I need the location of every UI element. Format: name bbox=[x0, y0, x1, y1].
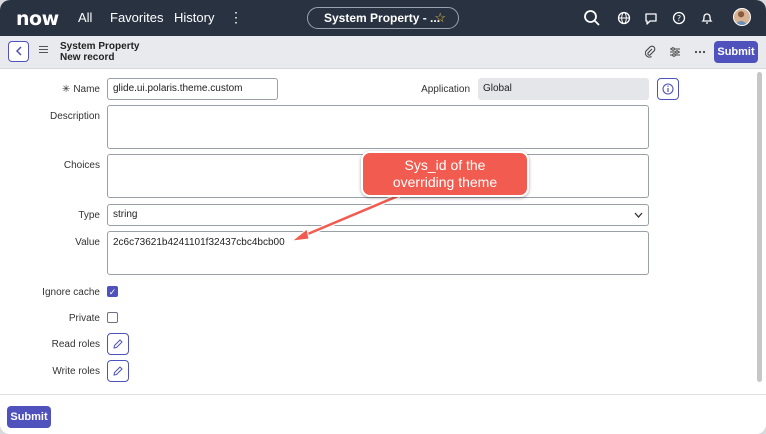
application-label: Application bbox=[421, 84, 470, 95]
read-roles-edit-button[interactable] bbox=[107, 333, 129, 355]
help-icon[interactable]: ? bbox=[670, 9, 688, 27]
private-checkbox[interactable] bbox=[107, 312, 118, 323]
record-table-name: System Property bbox=[60, 41, 140, 52]
submit-button-top[interactable]: Submit bbox=[714, 41, 758, 63]
private-label: Private bbox=[68, 313, 100, 324]
value-field[interactable]: 2c6c73621b4241101f32437cbc4bcb00 bbox=[107, 231, 649, 275]
required-icon: ✳ bbox=[61, 84, 71, 95]
write-roles-edit-button[interactable] bbox=[107, 360, 129, 382]
nav-all[interactable]: All bbox=[78, 10, 92, 25]
back-button[interactable] bbox=[8, 41, 29, 62]
svg-text:?: ? bbox=[677, 14, 681, 23]
bell-icon[interactable] bbox=[698, 9, 716, 27]
chat-icon[interactable] bbox=[642, 9, 660, 27]
page-title: System Property New record bbox=[60, 41, 139, 63]
annotation-line-2: overriding theme bbox=[392, 174, 498, 190]
submit-button-bottom[interactable]: Submit bbox=[7, 406, 51, 428]
search-icon[interactable] bbox=[583, 9, 601, 27]
pencil-icon bbox=[113, 366, 123, 376]
ignore-cache-checkbox[interactable]: ✓ bbox=[107, 286, 118, 297]
chevron-down-icon bbox=[634, 212, 643, 218]
top-nav: now All Favorites History ⋮ System Prope… bbox=[0, 0, 766, 36]
globe-icon[interactable] bbox=[615, 9, 633, 27]
description-field[interactable] bbox=[107, 105, 649, 149]
menu-icon[interactable] bbox=[39, 46, 48, 55]
form-header: System Property New record Submit bbox=[0, 36, 766, 69]
ignore-cache-label: Ignore cache bbox=[42, 287, 100, 298]
type-label: Type bbox=[78, 210, 100, 221]
chevron-left-icon bbox=[15, 46, 22, 56]
more-options-icon[interactable] bbox=[693, 45, 707, 59]
record-state: New record bbox=[60, 52, 115, 63]
read-roles-label: Read roles bbox=[51, 339, 100, 350]
window: now All Favorites History ⋮ System Prope… bbox=[0, 0, 766, 434]
scrollbar[interactable] bbox=[756, 70, 764, 390]
nav-history[interactable]: History bbox=[174, 10, 214, 25]
avatar[interactable] bbox=[733, 8, 751, 26]
star-icon[interactable]: ☆ bbox=[434, 10, 446, 26]
info-icon bbox=[662, 83, 674, 95]
now-logo[interactable]: now bbox=[16, 8, 59, 30]
description-label: Description bbox=[49, 111, 100, 122]
context-pill-label: System Property - ... bbox=[324, 11, 441, 25]
pencil-icon bbox=[113, 339, 123, 349]
form-footer: Submit bbox=[0, 394, 766, 434]
settings-sliders-icon[interactable] bbox=[668, 45, 682, 59]
type-select-value: string bbox=[113, 209, 138, 220]
name-field[interactable]: glide.ui.polaris.theme.custom bbox=[107, 78, 278, 100]
name-label: ✳ Name bbox=[61, 84, 100, 95]
value-label: Value bbox=[75, 237, 100, 248]
attachment-icon[interactable] bbox=[643, 45, 657, 59]
context-pill[interactable]: System Property - ... ☆ bbox=[307, 7, 459, 29]
type-select[interactable]: string bbox=[107, 204, 649, 226]
annotation-line-1: Sys_id of the bbox=[404, 157, 486, 173]
write-roles-label: Write roles bbox=[52, 366, 100, 377]
nav-favorites[interactable]: Favorites bbox=[110, 10, 163, 25]
annotation-callout: Sys_id of the overriding theme bbox=[361, 151, 529, 197]
application-field: Global bbox=[478, 78, 649, 100]
info-button[interactable] bbox=[657, 78, 679, 100]
choices-label: Choices bbox=[63, 160, 100, 171]
scrollbar-thumb[interactable] bbox=[757, 72, 762, 382]
more-menu-icon[interactable]: ⋮ bbox=[229, 9, 243, 26]
